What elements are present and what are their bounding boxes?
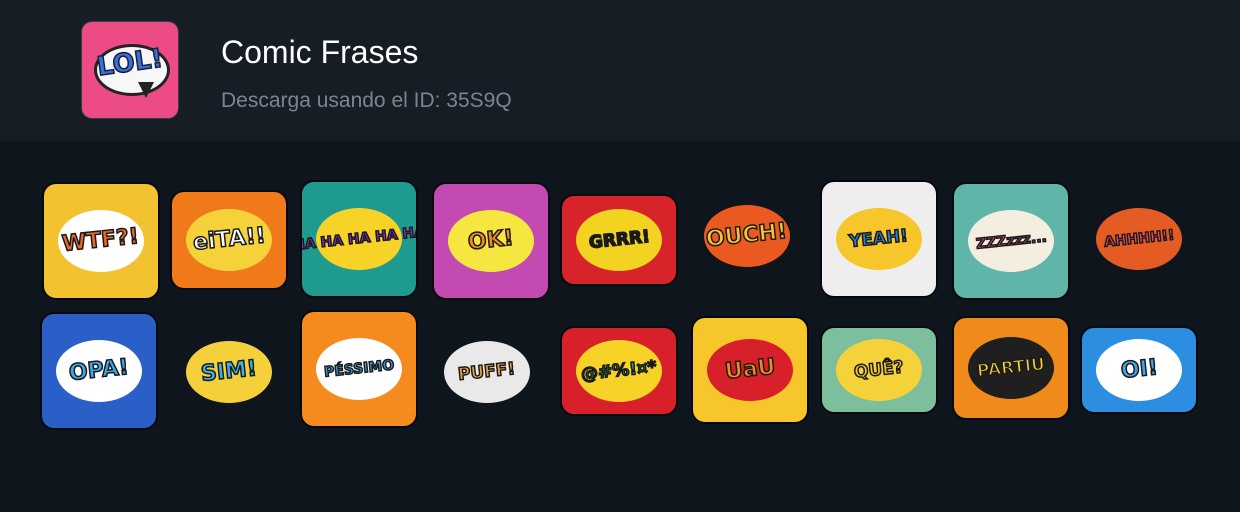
sticker-text: OK!	[466, 225, 516, 256]
sticker-item[interactable]: YEAH!	[822, 182, 936, 296]
sticker-text: QUÊ?	[852, 356, 905, 383]
sticker-item[interactable]: OPA!	[42, 314, 156, 428]
sticker-item[interactable]: ZZZzzz...	[954, 184, 1068, 298]
sticker-text: UaU	[723, 354, 777, 386]
sticker-item[interactable]: OUCH!	[690, 200, 804, 272]
sticker-item[interactable]: GRRR!	[562, 196, 676, 284]
pack-icon: LOL!	[82, 22, 178, 118]
sticker-text: SIM!	[199, 355, 259, 387]
sticker-item[interactable]: SIM!	[172, 332, 286, 412]
bubble-tail	[138, 82, 154, 98]
pack-header: LOL! Comic Frases Descarga usando el ID:…	[0, 0, 1240, 141]
sticker-item[interactable]: PÉSSIMO	[302, 312, 416, 426]
sticker-item[interactable]: PUFF!	[430, 324, 544, 420]
sticker-item[interactable]: @#%!¤*	[562, 328, 676, 414]
sticker-item[interactable]: UaU	[693, 318, 807, 422]
sticker-text: OI!	[1119, 354, 1160, 384]
sticker-item[interactable]: QUÊ?	[822, 328, 936, 412]
pack-title: Comic Frases	[221, 34, 419, 70]
pack-download-id: Descarga usando el ID: 35S9Q	[221, 89, 512, 112]
sticker-item[interactable]: AHHHH!!	[1082, 182, 1196, 296]
sticker-item[interactable]: HA HA HA HA HA	[302, 182, 416, 296]
sticker-item[interactable]: OK!	[434, 184, 548, 298]
sticker-item[interactable]: eiTA!!	[172, 192, 286, 288]
sticker-item[interactable]: PARTIU	[954, 318, 1068, 418]
sticker-item[interactable]: OI!	[1082, 328, 1196, 412]
sticker-item[interactable]: WTF?!	[44, 184, 158, 298]
